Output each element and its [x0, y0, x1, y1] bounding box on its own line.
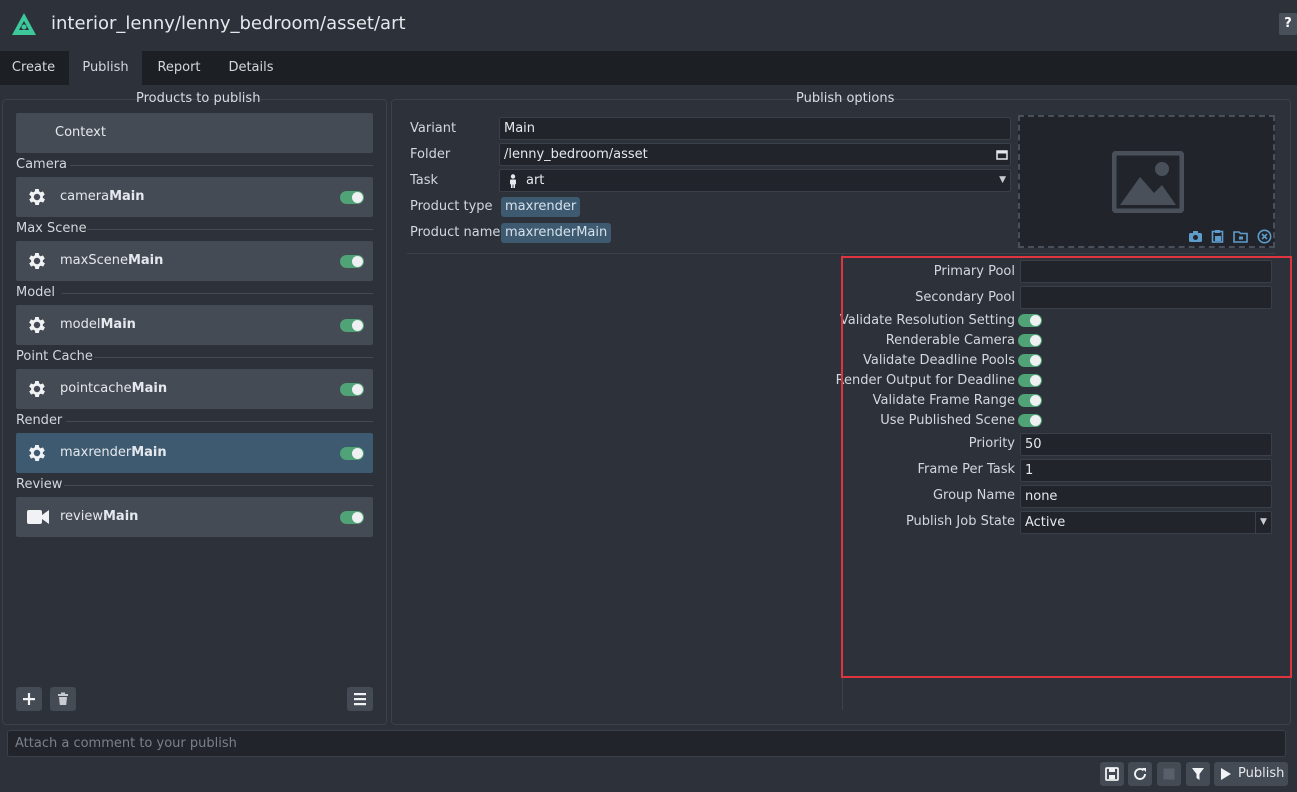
product-label: reviewMain: [60, 509, 139, 524]
task-select[interactable]: art ▼: [499, 169, 1011, 192]
group-divider: [66, 421, 373, 422]
options-divider: [407, 253, 1275, 254]
video-camera-icon: [27, 510, 49, 524]
group-label-point-cache: Point Cache: [16, 349, 93, 364]
product-toggle[interactable]: [340, 383, 364, 396]
folder-value: /lenny_bedroom/asset: [504, 147, 648, 162]
chevron-down-icon: ▼: [999, 175, 1006, 185]
filter-icon: [1192, 768, 1204, 780]
tab-bar: Create Publish Report Details: [0, 51, 1297, 85]
gear-icon: [29, 317, 45, 333]
tab-create[interactable]: Create: [0, 51, 67, 85]
gear-icon: [29, 381, 45, 397]
folder-browse-icon[interactable]: [996, 149, 1008, 161]
product-type-label: Product type: [410, 199, 493, 214]
attributes-highlight-box: [841, 256, 1292, 678]
stop-icon: [1163, 768, 1175, 780]
product-name-label: Product name: [410, 225, 501, 240]
product-item-review[interactable]: reviewMain: [16, 497, 373, 537]
variant-label: Variant: [410, 121, 457, 136]
group-label-model: Model: [16, 285, 56, 300]
gear-icon: [29, 445, 45, 461]
save-button[interactable]: [1100, 762, 1124, 786]
help-button[interactable]: ?: [1279, 13, 1297, 35]
browse-folder-icon[interactable]: [1233, 230, 1248, 243]
group-divider: [64, 485, 373, 486]
gear-icon: [29, 189, 45, 205]
comment-input[interactable]: Attach a comment to your publish: [7, 730, 1286, 757]
reset-button[interactable]: [1128, 762, 1152, 786]
folder-label: Folder: [410, 147, 451, 162]
context-item[interactable]: Context: [16, 113, 373, 153]
save-icon: [1105, 767, 1119, 781]
camera-capture-icon[interactable]: [1188, 230, 1203, 243]
product-toggle[interactable]: [340, 447, 364, 460]
product-label: maxrenderMain: [60, 445, 167, 460]
group-divider: [94, 357, 373, 358]
thumbnail-dropzone[interactable]: [1018, 115, 1275, 248]
products-panel-title: Products to publish: [136, 91, 261, 106]
stop-button[interactable]: [1157, 762, 1181, 786]
add-product-button[interactable]: [16, 687, 42, 711]
product-item-point-cache[interactable]: pointcacheMain: [16, 369, 373, 409]
menu-button[interactable]: [347, 687, 373, 711]
publish-label: Publish: [1238, 766, 1285, 781]
image-placeholder-icon: [1112, 151, 1184, 213]
group-divider: [70, 165, 373, 166]
validate-button[interactable]: [1186, 762, 1210, 786]
product-label: modelMain: [60, 317, 136, 332]
product-label: pointcacheMain: [60, 381, 168, 396]
hamburger-menu-icon: [354, 693, 366, 706]
app-logo-icon: [12, 13, 36, 35]
product-item-render[interactable]: maxrenderMain: [16, 433, 373, 473]
product-name-chip: maxrenderMain: [501, 223, 612, 243]
product-toggle[interactable]: [340, 511, 364, 524]
folder-input[interactable]: /lenny_bedroom/asset: [499, 143, 1011, 166]
task-value: art: [526, 173, 545, 188]
product-item-camera[interactable]: cameraMain: [16, 177, 373, 217]
header: interior_lenny/lenny_bedroom/asset/art ?: [0, 0, 1297, 50]
delete-product-button[interactable]: [50, 687, 76, 711]
play-icon: [1221, 768, 1231, 780]
tab-report[interactable]: Report: [144, 51, 214, 85]
product-label: cameraMain: [60, 189, 145, 204]
gear-icon: [29, 253, 45, 269]
group-label-render: Render: [16, 413, 63, 428]
trash-icon: [58, 692, 68, 705]
task-label: Task: [410, 173, 439, 188]
product-type-chip: maxrender: [501, 197, 581, 217]
group-divider: [62, 293, 373, 294]
clear-icon[interactable]: [1257, 229, 1272, 244]
product-toggle[interactable]: [340, 191, 364, 204]
refresh-icon: [1134, 768, 1146, 780]
plus-icon: [23, 693, 35, 705]
group-label-camera: Camera: [16, 157, 68, 172]
product-toggle[interactable]: [340, 319, 364, 332]
variant-input[interactable]: Main: [499, 117, 1011, 140]
person-icon: [510, 174, 516, 188]
group-label-max-scene: Max Scene: [16, 221, 87, 236]
product-toggle[interactable]: [340, 255, 364, 268]
page-title: interior_lenny/lenny_bedroom/asset/art: [51, 13, 406, 34]
product-item-model[interactable]: modelMain: [16, 305, 373, 345]
product-label: maxSceneMain: [60, 253, 164, 268]
paste-icon[interactable]: [1211, 229, 1224, 243]
tab-publish[interactable]: Publish: [69, 51, 142, 85]
group-label-review: Review: [16, 477, 63, 492]
tab-details[interactable]: Details: [216, 51, 286, 85]
product-item-max-scene[interactable]: maxSceneMain: [16, 241, 373, 281]
context-label: Context: [55, 125, 106, 140]
group-divider: [87, 229, 373, 230]
publish-button[interactable]: Publish: [1214, 762, 1288, 786]
publish-options-title: Publish options: [796, 91, 895, 106]
